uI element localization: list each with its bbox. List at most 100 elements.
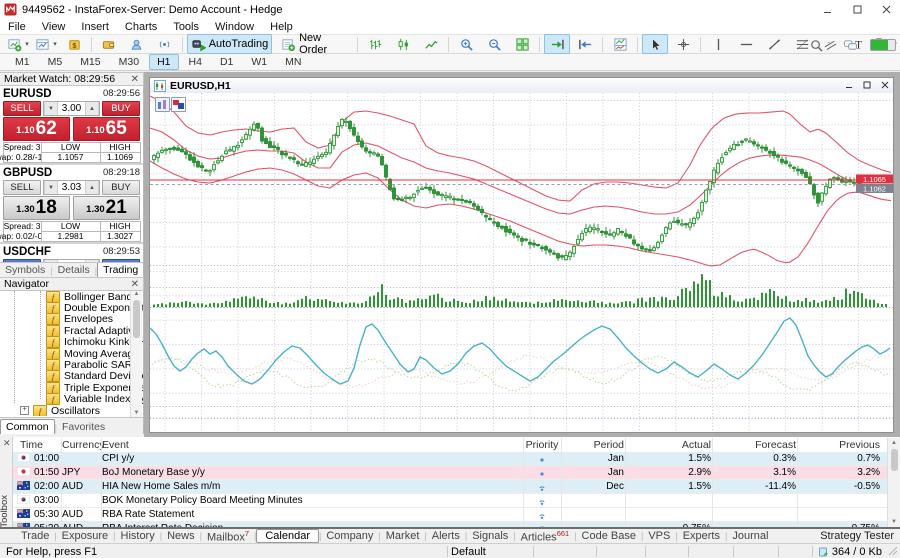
sell-button[interactable]: SELL — [3, 101, 41, 116]
market-watch-tab-symbols[interactable]: Symbols — [0, 263, 50, 277]
maximize-button[interactable] — [850, 3, 864, 16]
timeframe-m30[interactable]: M30 — [111, 54, 147, 70]
column-header-previous[interactable]: Previous — [798, 438, 880, 452]
candle-chart-button[interactable] — [390, 34, 416, 54]
new-order-button[interactable]: New Order — [274, 34, 353, 54]
ask-price[interactable]: 1.1065 — [73, 117, 140, 141]
bar-chart-button[interactable] — [362, 34, 388, 54]
navigator-item-ichimoku-kinko-hyo[interactable]: fIchimoku Kinko Hyo — [0, 337, 143, 348]
toolbox-tab-exposure[interactable]: Exposure — [57, 530, 113, 542]
toolbox-tab-alerts[interactable]: Alerts — [427, 530, 465, 542]
toolbox-tab-signals[interactable]: Signals — [467, 530, 513, 542]
timeframe-h1[interactable]: H1 — [149, 54, 178, 70]
calendar-row[interactable]: 02:00AUDHIA New Home Sales m/mDec1.5%-11… — [13, 480, 887, 494]
column-header-event[interactable]: Event — [102, 438, 522, 452]
toolbox-close-icon[interactable]: ✕ — [3, 438, 11, 449]
chart-object-flag-icon[interactable] — [171, 97, 186, 112]
menu-insert[interactable]: Insert — [73, 21, 117, 33]
toolbox-tab-code-base[interactable]: Code Base — [577, 530, 641, 542]
toolbox-tab-mailbox[interactable]: Mailbox7 — [202, 529, 254, 544]
column-header-forecast[interactable]: Forecast — [713, 438, 796, 452]
zoom-out-button[interactable] — [481, 34, 507, 54]
volume-increase-icon[interactable]: ▲ — [85, 181, 99, 194]
calendar-row[interactable]: 03:00BOK Monetary Policy Board Meeting M… — [13, 494, 887, 508]
chat-button[interactable] — [837, 35, 863, 55]
navigator-tab-common[interactable]: Common — [0, 419, 55, 434]
symbol-name[interactable]: EURUSD — [3, 88, 52, 100]
calendar-row[interactable]: 01:50JPYBoJ Monetary Base y/yJan2.9%3.1%… — [13, 466, 887, 480]
menu-help[interactable]: Help — [262, 21, 301, 33]
auto-scroll-button[interactable] — [544, 34, 570, 54]
new-chart-button[interactable]: ▾ — [5, 34, 31, 54]
column-header-actual[interactable]: Actual — [626, 438, 711, 452]
bid-price[interactable]: 1.3018 — [3, 196, 70, 220]
line-chart-button[interactable] — [418, 34, 444, 54]
toolbox-tab-experts[interactable]: Experts — [678, 530, 725, 542]
navigator-item-double-exponential[interactable]: fDouble Exponential — [0, 302, 143, 313]
chart-close-button[interactable] — [881, 81, 889, 91]
toolbox-tab-calendar[interactable]: Calendar — [256, 529, 319, 543]
market-watch-tab-details[interactable]: Details — [53, 263, 95, 277]
column-header-priority[interactable]: Priority — [524, 438, 560, 452]
timeframe-m15[interactable]: M15 — [72, 54, 108, 70]
signals-service-button[interactable] — [152, 34, 178, 54]
timeframe-h4[interactable]: H4 — [181, 54, 210, 70]
volume-decrease-icon[interactable]: ▼ — [44, 102, 58, 115]
toolbox-tab-market[interactable]: Market — [381, 530, 425, 542]
crosshair-button[interactable] — [670, 34, 696, 54]
buy-button[interactable]: BUY — [102, 180, 140, 195]
ask-price[interactable]: 1.3021 — [73, 196, 140, 220]
autotrading-button[interactable]: AutoTrading — [187, 34, 272, 54]
chart-minimize-button[interactable] — [845, 81, 853, 91]
bid-price[interactable]: 1.1062 — [3, 117, 70, 141]
timeframe-d1[interactable]: D1 — [212, 54, 241, 70]
toolbox-tab-news[interactable]: News — [162, 530, 200, 542]
timeframe-w1[interactable]: W1 — [243, 54, 275, 70]
navigator-item-parabolic-sar[interactable]: fParabolic SAR — [0, 359, 143, 370]
close-button[interactable] — [879, 3, 893, 16]
navigator-item-triple-exponential-m[interactable]: fTriple Exponential M — [0, 382, 143, 393]
volume-stepper[interactable]: ▼3.03▲ — [43, 180, 100, 195]
toolbox-tab-history[interactable]: History — [116, 530, 160, 542]
profiles-button[interactable]: ▾ — [33, 34, 59, 54]
navigator-item-bollinger-bands[interactable]: fBollinger Bands — [0, 291, 143, 302]
volume-decrease-icon[interactable]: ▼ — [44, 181, 58, 194]
trend-line-button[interactable] — [761, 34, 787, 54]
navigator-scrollbar[interactable]: ▲▼ — [130, 291, 142, 417]
column-header-period[interactable]: Period — [562, 438, 624, 452]
navigator-item-standard-deviation[interactable]: fStandard Deviation — [0, 371, 143, 382]
navigator-item-oscillators[interactable]: +fOscillators — [0, 405, 143, 416]
deposit-button[interactable] — [96, 34, 122, 54]
strategy-tester-link[interactable]: Strategy Tester — [820, 530, 894, 542]
calendar-scrollbar[interactable]: ▲▼ — [887, 438, 900, 527]
navigator-item-fractal-adaptive-mo[interactable]: fFractal Adaptive Mo — [0, 325, 143, 336]
community-button[interactable] — [124, 34, 150, 54]
toolbox-tab-articles[interactable]: Articles661 — [516, 529, 575, 544]
volume-stepper[interactable]: ▼3.00▲ — [43, 101, 100, 116]
search-button[interactable] — [803, 35, 829, 55]
navigator-item-moving-average[interactable]: fMoving Average — [0, 348, 143, 359]
toolbox-tab-vps[interactable]: VPS — [643, 530, 675, 542]
menu-view[interactable]: View — [34, 21, 74, 33]
chart-shift-button[interactable] — [572, 34, 598, 54]
indicator-window-button[interactable] — [607, 34, 633, 54]
calendar-row[interactable]: 01:00CPI y/yJan1.5%0.3%0.7% — [13, 452, 887, 466]
navigator-item-variable-index-dyna[interactable]: fVariable Index Dyna — [0, 394, 143, 405]
chart-object-indicator-icon[interactable] — [155, 97, 170, 112]
symbol-name[interactable]: GBPUSD — [3, 167, 52, 179]
market-watch-close-icon[interactable]: ✕ — [131, 74, 139, 85]
zoom-in-button[interactable] — [453, 34, 479, 54]
expand-icon[interactable]: + — [20, 406, 29, 415]
resize-grip[interactable] — [888, 546, 898, 556]
timeframe-m1[interactable]: M1 — [7, 54, 38, 70]
timeframe-m5[interactable]: M5 — [40, 54, 71, 70]
timeframe-mn[interactable]: MN — [277, 54, 309, 70]
history-center-button[interactable]: $ — [61, 34, 87, 54]
market-watch-tab-trading[interactable]: Trading — [97, 262, 144, 277]
horizontal-line-button[interactable] — [733, 34, 759, 54]
column-header-currency[interactable]: Currency — [62, 438, 100, 452]
navigator-item-envelopes[interactable]: fEnvelopes — [0, 314, 143, 325]
buy-button[interactable]: BUY — [102, 101, 140, 116]
chart-canvas[interactable]: 1.10651.1062 — [150, 93, 893, 432]
navigator-close-icon[interactable]: ✕ — [131, 279, 139, 290]
